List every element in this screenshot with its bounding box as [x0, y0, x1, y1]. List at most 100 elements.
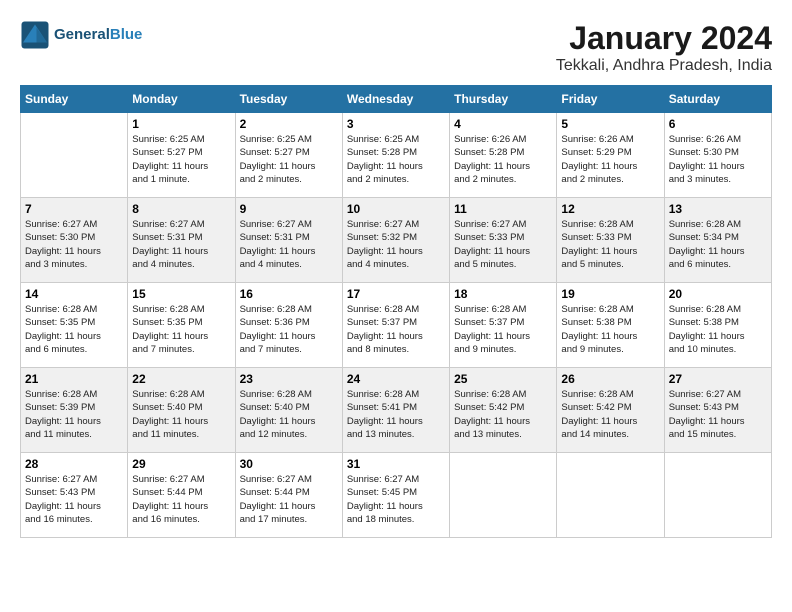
calendar-cell: 16 Sunrise: 6:28 AMSunset: 5:36 PMDayligh…	[235, 283, 342, 368]
day-number: 2	[240, 117, 338, 131]
calendar-cell: 23 Sunrise: 6:28 AMSunset: 5:40 PMDayligh…	[235, 368, 342, 453]
calendar-cell: 22 Sunrise: 6:28 AMSunset: 5:40 PMDayligh…	[128, 368, 235, 453]
calendar-cell: 25 Sunrise: 6:28 AMSunset: 5:42 PMDayligh…	[450, 368, 557, 453]
calendar-cell: 4 Sunrise: 6:26 AMSunset: 5:28 PMDaylight…	[450, 113, 557, 198]
page-header: GeneralBlue January 2024 Tekkali, Andhra…	[20, 20, 772, 75]
col-header-saturday: Saturday	[664, 86, 771, 113]
day-info: Sunrise: 6:27 AMSunset: 5:43 PMDaylight:…	[669, 388, 767, 441]
calendar-cell: 13 Sunrise: 6:28 AMSunset: 5:34 PMDayligh…	[664, 198, 771, 283]
calendar-cell: 21 Sunrise: 6:28 AMSunset: 5:39 PMDayligh…	[21, 368, 128, 453]
calendar-cell: 18Sunrise: 6:28 AMSunset: 5:37 PMDayligh…	[450, 283, 557, 368]
calendar-cell	[664, 453, 771, 538]
calendar-table: SundayMondayTuesdayWednesdayThursdayFrid…	[20, 85, 772, 538]
day-number: 22	[132, 372, 230, 386]
day-info: Sunrise: 6:26 AMSunset: 5:28 PMDaylight:…	[454, 133, 552, 186]
day-number: 9	[240, 202, 338, 216]
day-number: 29	[132, 457, 230, 471]
day-number: 21	[25, 372, 123, 386]
day-info: Sunrise: 6:28 AMSunset: 5:33 PMDaylight:…	[561, 218, 659, 271]
calendar-week-row: 1 Sunrise: 6:25 AMSunset: 5:27 PMDaylight…	[21, 113, 772, 198]
calendar-cell: 15 Sunrise: 6:28 AMSunset: 5:35 PMDayligh…	[128, 283, 235, 368]
day-number: 20	[669, 287, 767, 301]
day-info: Sunrise: 6:28 AMSunset: 5:41 PMDaylight:…	[347, 388, 445, 441]
day-info: Sunrise: 6:26 AMSunset: 5:30 PMDaylight:…	[669, 133, 767, 186]
calendar-cell: 7 Sunrise: 6:27 AMSunset: 5:30 PMDaylight…	[21, 198, 128, 283]
day-number: 5	[561, 117, 659, 131]
calendar-cell	[21, 113, 128, 198]
calendar-week-row: 7 Sunrise: 6:27 AMSunset: 5:30 PMDaylight…	[21, 198, 772, 283]
calendar-cell: 29 Sunrise: 6:27 AMSunset: 5:44 PMDayligh…	[128, 453, 235, 538]
day-info: Sunrise: 6:27 AMSunset: 5:30 PMDaylight:…	[25, 218, 123, 271]
calendar-cell: 3 Sunrise: 6:25 AMSunset: 5:28 PMDaylight…	[342, 113, 449, 198]
calendar-cell: 1 Sunrise: 6:25 AMSunset: 5:27 PMDaylight…	[128, 113, 235, 198]
location: Tekkali, Andhra Pradesh, India	[556, 57, 772, 75]
calendar-cell: 11Sunrise: 6:27 AMSunset: 5:33 PMDayligh…	[450, 198, 557, 283]
day-info: Sunrise: 6:28 AMSunset: 5:42 PMDaylight:…	[454, 388, 552, 441]
day-info: Sunrise: 6:28 AMSunset: 5:34 PMDaylight:…	[669, 218, 767, 271]
calendar-cell: 24 Sunrise: 6:28 AMSunset: 5:41 PMDayligh…	[342, 368, 449, 453]
calendar-cell: 5Sunrise: 6:26 AMSunset: 5:29 PMDaylight…	[557, 113, 664, 198]
day-number: 17	[347, 287, 445, 301]
day-info: Sunrise: 6:25 AMSunset: 5:27 PMDaylight:…	[132, 133, 230, 186]
logo-text-general: General	[54, 26, 110, 43]
calendar-week-row: 14Sunrise: 6:28 AMSunset: 5:35 PMDayligh…	[21, 283, 772, 368]
day-info: Sunrise: 6:28 AMSunset: 5:36 PMDaylight:…	[240, 303, 338, 356]
day-number: 3	[347, 117, 445, 131]
day-info: Sunrise: 6:28 AMSunset: 5:37 PMDaylight:…	[347, 303, 445, 356]
day-number: 27	[669, 372, 767, 386]
day-number: 12	[561, 202, 659, 216]
day-number: 1	[132, 117, 230, 131]
day-number: 16	[240, 287, 338, 301]
day-info: Sunrise: 6:27 AMSunset: 5:43 PMDaylight:…	[25, 473, 123, 526]
calendar-cell: 30 Sunrise: 6:27 AMSunset: 5:44 PMDayligh…	[235, 453, 342, 538]
day-info: Sunrise: 6:28 AMSunset: 5:35 PMDaylight:…	[25, 303, 123, 356]
day-info: Sunrise: 6:27 AMSunset: 5:32 PMDaylight:…	[347, 218, 445, 271]
calendar-week-row: 28Sunrise: 6:27 AMSunset: 5:43 PMDayligh…	[21, 453, 772, 538]
calendar-cell: 20 Sunrise: 6:28 AMSunset: 5:38 PMDayligh…	[664, 283, 771, 368]
calendar-cell: 19Sunrise: 6:28 AMSunset: 5:38 PMDayligh…	[557, 283, 664, 368]
day-info: Sunrise: 6:25 AMSunset: 5:28 PMDaylight:…	[347, 133, 445, 186]
day-info: Sunrise: 6:28 AMSunset: 5:38 PMDaylight:…	[561, 303, 659, 356]
day-number: 13	[669, 202, 767, 216]
day-info: Sunrise: 6:28 AMSunset: 5:40 PMDaylight:…	[240, 388, 338, 441]
calendar-cell: 26Sunrise: 6:28 AMSunset: 5:42 PMDayligh…	[557, 368, 664, 453]
calendar-cell: 2 Sunrise: 6:25 AMSunset: 5:27 PMDaylight…	[235, 113, 342, 198]
calendar-cell: 9 Sunrise: 6:27 AMSunset: 5:31 PMDaylight…	[235, 198, 342, 283]
day-info: Sunrise: 6:27 AMSunset: 5:44 PMDaylight:…	[240, 473, 338, 526]
day-info: Sunrise: 6:27 AMSunset: 5:44 PMDaylight:…	[132, 473, 230, 526]
day-number: 11	[454, 202, 552, 216]
day-number: 6	[669, 117, 767, 131]
day-info: Sunrise: 6:28 AMSunset: 5:35 PMDaylight:…	[132, 303, 230, 356]
calendar-cell: 10 Sunrise: 6:27 AMSunset: 5:32 PMDayligh…	[342, 198, 449, 283]
calendar-cell: 31Sunrise: 6:27 AMSunset: 5:45 PMDayligh…	[342, 453, 449, 538]
day-number: 7	[25, 202, 123, 216]
day-info: Sunrise: 6:28 AMSunset: 5:38 PMDaylight:…	[669, 303, 767, 356]
calendar-week-row: 21 Sunrise: 6:28 AMSunset: 5:39 PMDayligh…	[21, 368, 772, 453]
day-info: Sunrise: 6:28 AMSunset: 5:40 PMDaylight:…	[132, 388, 230, 441]
day-info: Sunrise: 6:27 AMSunset: 5:45 PMDaylight:…	[347, 473, 445, 526]
day-number: 15	[132, 287, 230, 301]
day-number: 10	[347, 202, 445, 216]
logo: GeneralBlue	[20, 20, 142, 50]
calendar-cell: 8Sunrise: 6:27 AMSunset: 5:31 PMDaylight…	[128, 198, 235, 283]
logo-text-blue: Blue	[110, 26, 143, 43]
day-info: Sunrise: 6:25 AMSunset: 5:27 PMDaylight:…	[240, 133, 338, 186]
calendar-cell	[557, 453, 664, 538]
col-header-friday: Friday	[557, 86, 664, 113]
col-header-tuesday: Tuesday	[235, 86, 342, 113]
day-number: 8	[132, 202, 230, 216]
day-number: 18	[454, 287, 552, 301]
day-number: 4	[454, 117, 552, 131]
calendar-cell: 17 Sunrise: 6:28 AMSunset: 5:37 PMDayligh…	[342, 283, 449, 368]
day-number: 30	[240, 457, 338, 471]
day-info: Sunrise: 6:28 AMSunset: 5:39 PMDaylight:…	[25, 388, 123, 441]
calendar-header-row: SundayMondayTuesdayWednesdayThursdayFrid…	[21, 86, 772, 113]
day-info: Sunrise: 6:27 AMSunset: 5:31 PMDaylight:…	[240, 218, 338, 271]
day-number: 24	[347, 372, 445, 386]
col-header-sunday: Sunday	[21, 86, 128, 113]
calendar-cell	[450, 453, 557, 538]
calendar-cell: 27 Sunrise: 6:27 AMSunset: 5:43 PMDayligh…	[664, 368, 771, 453]
day-number: 23	[240, 372, 338, 386]
day-number: 25	[454, 372, 552, 386]
col-header-wednesday: Wednesday	[342, 86, 449, 113]
